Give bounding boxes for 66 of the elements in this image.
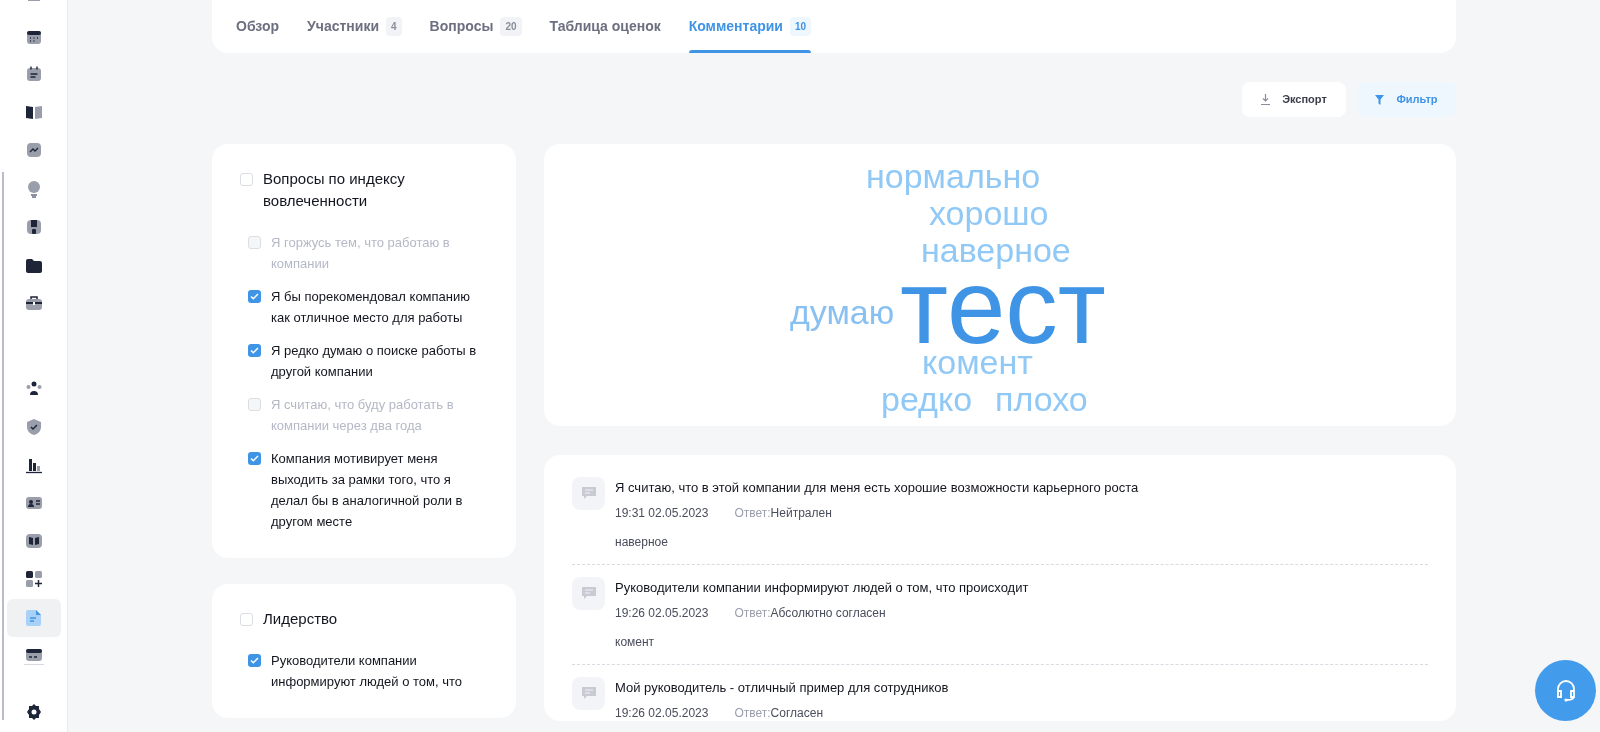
question-label: Я горжусь тем, что работаю в компании bbox=[271, 234, 451, 273]
bar-chart-icon bbox=[24, 456, 43, 474]
export-button[interactable]: Экспорт bbox=[1242, 82, 1346, 117]
question-label: Я считаю, что буду работать в компании через два года bbox=[271, 396, 455, 435]
tab[interactable]: Обзор bbox=[236, 0, 280, 53]
download-icon bbox=[1261, 94, 1271, 105]
comment-icon bbox=[572, 577, 605, 610]
checkbox[interactable] bbox=[240, 173, 253, 186]
cloud-word: редко bbox=[881, 381, 973, 419]
comment-answer: Ответ:Нейтрален bbox=[734, 505, 832, 521]
filter-icon bbox=[1375, 94, 1385, 105]
question-label: Компания мотивирует меня выходить за рамки того, что я делал бы в аналогичной роли в другом месте bbox=[271, 450, 464, 531]
shield-check-icon bbox=[24, 418, 43, 436]
checkbox[interactable] bbox=[248, 344, 261, 357]
comment-answer: Ответ:Абсолютно согласен bbox=[734, 605, 886, 621]
notepad-icon bbox=[24, 65, 43, 83]
comment-question: Мой руководитель - отличный пример для сотрудников bbox=[615, 679, 949, 697]
comment-icon bbox=[572, 477, 605, 510]
comment-time: 19:26 02.05.2023 bbox=[615, 605, 709, 621]
add-widget-icon bbox=[24, 570, 43, 588]
group-title: Лидерство bbox=[263, 609, 339, 629]
contact-card-icon bbox=[24, 494, 43, 512]
cloud-word: наверное bbox=[921, 232, 1071, 270]
document-icon bbox=[24, 609, 43, 627]
checkbox[interactable] bbox=[248, 290, 261, 303]
cloud-word: тест bbox=[900, 270, 1106, 344]
count-badge: 20 bbox=[500, 17, 522, 36]
payment-card-icon bbox=[24, 646, 43, 664]
comment-text: комент bbox=[615, 634, 656, 650]
open-book-icon bbox=[24, 532, 43, 550]
folder-icon bbox=[24, 257, 43, 275]
question-label: Руководители компании информируют людей о том, что bbox=[271, 652, 463, 691]
filter-button[interactable]: Фильтр bbox=[1357, 82, 1456, 117]
comment-time: 19:31 02.05.2023 bbox=[615, 505, 709, 521]
settings-icon bbox=[24, 703, 43, 721]
tab[interactable]: Вопросы 20 bbox=[429, 0, 522, 53]
cloud-word: хорошо bbox=[929, 195, 1049, 233]
checkbox[interactable] bbox=[248, 654, 261, 667]
comment-question: Я считаю, что в этой компании для меня есть хорошие возможности карьерного роста bbox=[615, 479, 1139, 497]
tab[interactable]: Таблица оценок bbox=[549, 0, 661, 53]
question-label: Я бы порекомендовал компанию как отличное место для работы bbox=[271, 288, 471, 327]
comment-icon bbox=[572, 677, 605, 710]
comment-answer: Ответ:Согласен bbox=[734, 705, 824, 721]
checkbox[interactable] bbox=[248, 398, 261, 411]
cloud-word: думаю bbox=[790, 294, 895, 332]
checkbox[interactable] bbox=[248, 236, 261, 249]
comment-time: 19:26 02.05.2023 bbox=[615, 705, 709, 721]
cloud-word: плохо bbox=[995, 381, 1088, 419]
tab[interactable]: Комментарии 10 bbox=[688, 0, 812, 53]
checkbox[interactable] bbox=[248, 452, 261, 465]
count-badge: 10 bbox=[790, 17, 812, 36]
checkbox[interactable] bbox=[240, 613, 253, 626]
book-icon bbox=[24, 103, 43, 121]
headset-icon bbox=[1555, 679, 1576, 702]
cloud-word: комент bbox=[922, 344, 1033, 382]
calendar-icon bbox=[24, 28, 43, 46]
comment-question: Руководители компании информируют людей о том, что происходит bbox=[615, 579, 1029, 597]
cloud-word: нормально bbox=[866, 158, 1041, 196]
comment-text: наверное bbox=[615, 534, 669, 550]
question-label: Я редко думаю о поиске работы в другой компании bbox=[271, 342, 478, 381]
count-badge: 4 bbox=[386, 17, 402, 36]
group-title: Вопросы по индексу вовлеченности bbox=[263, 169, 406, 211]
support-button[interactable] bbox=[1535, 660, 1596, 721]
briefcase-icon bbox=[24, 294, 43, 312]
tab[interactable]: Участники 4 bbox=[307, 0, 402, 53]
team-icon bbox=[24, 379, 43, 397]
